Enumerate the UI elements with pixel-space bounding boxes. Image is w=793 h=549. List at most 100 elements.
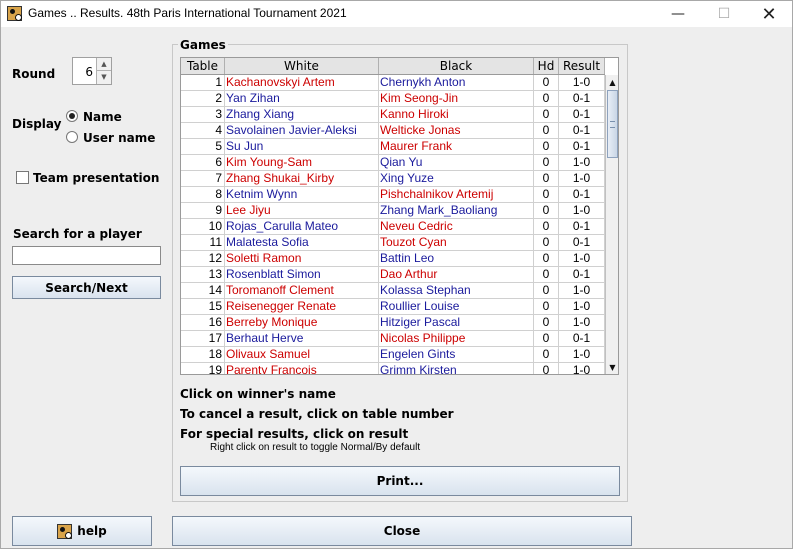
scroll-thumb[interactable] <box>607 90 618 158</box>
display-username-label[interactable]: User name <box>83 131 155 145</box>
maximize-button[interactable]: ☐ <box>701 1 747 27</box>
column-header-hd[interactable]: Hd <box>534 58 559 74</box>
black-player-cell[interactable]: Welticke Jonas <box>379 123 534 138</box>
white-player-cell[interactable]: Ketnim Wynn <box>225 187 379 202</box>
result-cell[interactable]: 1-0 <box>559 299 605 314</box>
white-player-cell[interactable]: Kim Young-Sam <box>225 155 379 170</box>
table-number-cell[interactable]: 18 <box>181 347 225 362</box>
white-player-cell[interactable]: Olivaux Samuel <box>225 347 379 362</box>
close-window-button[interactable]: ✕ <box>746 1 792 27</box>
result-cell[interactable]: 0-1 <box>559 187 605 202</box>
white-player-cell[interactable]: Parenty Francois <box>225 363 379 374</box>
black-player-cell[interactable]: Kanno Hiroki <box>379 107 534 122</box>
result-cell[interactable]: 1-0 <box>559 347 605 362</box>
result-cell[interactable]: 0-1 <box>559 107 605 122</box>
black-player-cell[interactable]: Xing Yuze <box>379 171 534 186</box>
table-number-cell[interactable]: 5 <box>181 139 225 154</box>
white-player-cell[interactable]: Malatesta Sofia <box>225 235 379 250</box>
team-presentation-checkbox[interactable] <box>16 171 29 184</box>
handicap-cell[interactable]: 0 <box>534 315 559 330</box>
handicap-cell[interactable]: 0 <box>534 123 559 138</box>
column-header-black[interactable]: Black <box>379 58 534 74</box>
result-cell[interactable]: 1-0 <box>559 283 605 298</box>
minimize-button[interactable]: — <box>655 1 701 27</box>
column-header-table[interactable]: Table <box>181 58 225 74</box>
result-cell[interactable]: 0-1 <box>559 123 605 138</box>
table-number-cell[interactable]: 15 <box>181 299 225 314</box>
white-player-cell[interactable]: Rojas_Carulla Mateo <box>225 219 379 234</box>
black-player-cell[interactable]: Zhang Mark_Baoliang <box>379 203 534 218</box>
table-number-cell[interactable]: 9 <box>181 203 225 218</box>
handicap-cell[interactable]: 0 <box>534 187 559 202</box>
black-player-cell[interactable]: Kim Seong-Jin <box>379 91 534 106</box>
table-number-cell[interactable]: 12 <box>181 251 225 266</box>
team-presentation-label[interactable]: Team presentation <box>33 171 159 185</box>
handicap-cell[interactable]: 0 <box>534 219 559 234</box>
black-player-cell[interactable]: Battin Leo <box>379 251 534 266</box>
table-number-cell[interactable]: 4 <box>181 123 225 138</box>
black-player-cell[interactable]: Engelen Gints <box>379 347 534 362</box>
black-player-cell[interactable]: Roullier Louise <box>379 299 534 314</box>
display-name-label[interactable]: Name <box>83 110 122 124</box>
black-player-cell[interactable]: Neveu Cedric <box>379 219 534 234</box>
result-cell[interactable]: 1-0 <box>559 251 605 266</box>
handicap-cell[interactable]: 0 <box>534 347 559 362</box>
table-number-cell[interactable]: 11 <box>181 235 225 250</box>
handicap-cell[interactable]: 0 <box>534 171 559 186</box>
white-player-cell[interactable]: Berreby Monique <box>225 315 379 330</box>
round-value[interactable]: 6 <box>85 65 93 79</box>
white-player-cell[interactable]: Kachanovskyi Artem <box>225 75 379 90</box>
handicap-cell[interactable]: 0 <box>534 155 559 170</box>
handicap-cell[interactable]: 0 <box>534 251 559 266</box>
result-cell[interactable]: 1-0 <box>559 155 605 170</box>
white-player-cell[interactable]: Berhaut Herve <box>225 331 379 346</box>
white-player-cell[interactable]: Rosenblatt Simon <box>225 267 379 282</box>
black-player-cell[interactable]: Maurer Frank <box>379 139 534 154</box>
table-number-cell[interactable]: 13 <box>181 267 225 282</box>
result-cell[interactable]: 0-1 <box>559 219 605 234</box>
handicap-cell[interactable]: 0 <box>534 235 559 250</box>
table-number-cell[interactable]: 2 <box>181 91 225 106</box>
black-player-cell[interactable]: Grimm Kirsten <box>379 363 534 374</box>
display-username-radio[interactable] <box>66 131 78 143</box>
table-number-cell[interactable]: 14 <box>181 283 225 298</box>
white-player-cell[interactable]: Zhang Xiang <box>225 107 379 122</box>
table-number-cell[interactable]: 16 <box>181 315 225 330</box>
white-player-cell[interactable]: Soletti Ramon <box>225 251 379 266</box>
result-cell[interactable]: 0-1 <box>559 235 605 250</box>
handicap-cell[interactable]: 0 <box>534 283 559 298</box>
handicap-cell[interactable]: 0 <box>534 203 559 218</box>
scroll-down-icon[interactable]: ▼ <box>606 361 618 374</box>
handicap-cell[interactable]: 0 <box>534 91 559 106</box>
table-number-cell[interactable]: 17 <box>181 331 225 346</box>
result-cell[interactable]: 0-1 <box>559 139 605 154</box>
white-player-cell[interactable]: Zhang Shukai_Kirby <box>225 171 379 186</box>
black-player-cell[interactable]: Hitziger Pascal <box>379 315 534 330</box>
white-player-cell[interactable]: Toromanoff Clement <box>225 283 379 298</box>
help-button[interactable]: help <box>12 516 152 546</box>
search-input[interactable] <box>12 246 161 265</box>
spinner-down-icon[interactable]: ▼ <box>96 71 111 84</box>
result-cell[interactable]: 1-0 <box>559 315 605 330</box>
round-spinner[interactable]: 6 ▲ ▼ <box>72 57 112 85</box>
white-player-cell[interactable]: Yan Zihan <box>225 91 379 106</box>
scroll-up-icon[interactable]: ▲ <box>606 76 618 89</box>
spinner-up-icon[interactable]: ▲ <box>96 58 111 71</box>
handicap-cell[interactable]: 0 <box>534 267 559 282</box>
result-cell[interactable]: 0-1 <box>559 331 605 346</box>
result-cell[interactable]: 1-0 <box>559 203 605 218</box>
handicap-cell[interactable]: 0 <box>534 75 559 90</box>
handicap-cell[interactable]: 0 <box>534 363 559 374</box>
handicap-cell[interactable]: 0 <box>534 331 559 346</box>
black-player-cell[interactable]: Qian Yu <box>379 155 534 170</box>
white-player-cell[interactable]: Lee Jiyu <box>225 203 379 218</box>
table-number-cell[interactable]: 7 <box>181 171 225 186</box>
result-cell[interactable]: 1-0 <box>559 75 605 90</box>
vertical-scrollbar[interactable]: ▲ ▼ <box>605 75 618 374</box>
print-button[interactable]: Print... <box>180 466 620 496</box>
result-cell[interactable]: 1-0 <box>559 363 605 374</box>
result-cell[interactable]: 0-1 <box>559 91 605 106</box>
column-header-result[interactable]: Result <box>559 58 605 74</box>
search-next-button[interactable]: Search/Next <box>12 276 161 299</box>
handicap-cell[interactable]: 0 <box>534 107 559 122</box>
